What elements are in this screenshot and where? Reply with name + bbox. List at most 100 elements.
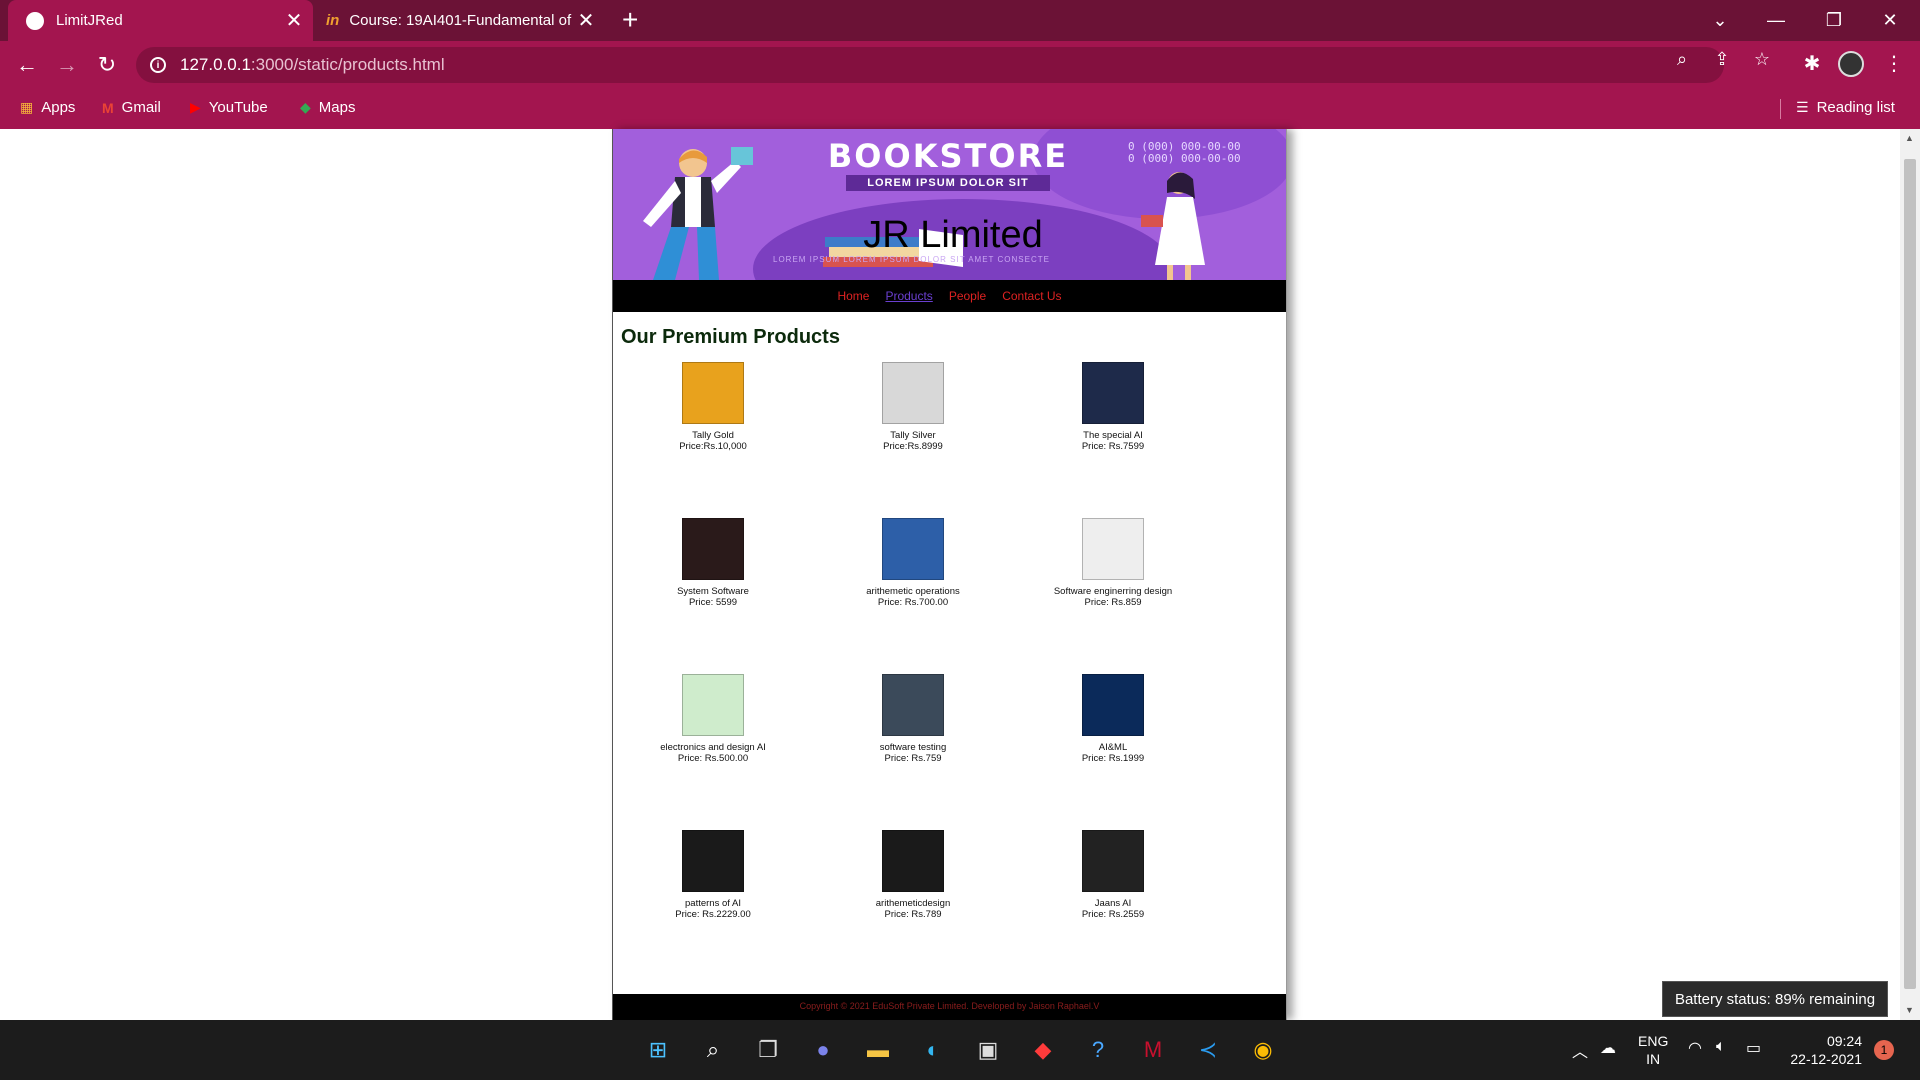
product-card[interactable]: AI&ML Price: Rs.1999 bbox=[1013, 674, 1213, 764]
product-name: AI&ML bbox=[1098, 742, 1128, 753]
reading-list-button[interactable]: ☰ Reading list bbox=[1796, 99, 1895, 116]
reload-icon[interactable]: ↻ bbox=[92, 50, 122, 80]
product-card[interactable]: Jaans AI Price: Rs.2559 bbox=[1013, 830, 1213, 920]
tray-overflow-icon[interactable]: ︿ bbox=[1572, 1038, 1588, 1062]
file-explorer-icon[interactable]: ▬ bbox=[862, 1034, 894, 1066]
book-cover[interactable] bbox=[1082, 674, 1144, 736]
site-footer: Copyright © 2021 EduSoft Private Limited… bbox=[613, 994, 1286, 1020]
bookstore-banner: BOOKSTORE LOREM IPSUM DOLOR SIT 0 (000) … bbox=[613, 129, 1286, 280]
tab-course[interactable]: in Course: 19AI401-Fundamental of ✕ bbox=[316, 0, 605, 41]
onedrive-icon[interactable]: ☁ bbox=[1600, 1038, 1616, 1058]
nav-home-link[interactable]: Home bbox=[837, 289, 869, 303]
product-card[interactable]: Tally Silver Price:Rs.8999 bbox=[813, 362, 1013, 452]
scroll-down-icon[interactable]: ▼ bbox=[1905, 1005, 1914, 1015]
bookmark-apps[interactable]: ▦ Apps bbox=[20, 99, 75, 116]
product-name: Tally Gold bbox=[692, 430, 734, 441]
product-card[interactable]: software testing Price: Rs.759 bbox=[813, 674, 1013, 764]
product-card[interactable]: arithemeticdesign Price: Rs.789 bbox=[813, 830, 1013, 920]
profile-avatar[interactable] bbox=[1838, 51, 1864, 77]
address-bar[interactable]: i 127.0.0.1 :3000/static/products.html bbox=[136, 47, 1724, 83]
new-tab-button[interactable]: + bbox=[622, 6, 638, 34]
banner-tagline: LOREM IPSUM DOLOR SIT bbox=[846, 175, 1050, 191]
task-view-icon[interactable]: ❐ bbox=[752, 1034, 784, 1066]
product-name: System Software bbox=[677, 586, 749, 597]
close-window-button[interactable]: ✕ bbox=[1862, 0, 1918, 41]
book-cover[interactable] bbox=[1082, 518, 1144, 580]
taskbar: ⊞ ⌕ ❐ ● ▬ ◐ ▣ ◆ ? M ≺ ◉ ︿ ☁ ENG IN ◠ 🔈︎ … bbox=[0, 1020, 1920, 1080]
volume-icon[interactable]: 🔈︎ bbox=[1716, 1038, 1726, 1056]
product-price: Price: Rs.789 bbox=[884, 909, 942, 920]
book-cover[interactable] bbox=[882, 830, 944, 892]
course-site-icon: in bbox=[326, 12, 340, 29]
reader-woman-illustration bbox=[1141, 172, 1205, 280]
vscode-icon[interactable]: ≺ bbox=[1192, 1034, 1224, 1066]
scrollbar-thumb[interactable] bbox=[1904, 159, 1916, 989]
product-card[interactable]: Tally Gold Price:Rs.10,000 bbox=[613, 362, 813, 452]
notification-badge[interactable]: 1 bbox=[1874, 1040, 1894, 1060]
restore-button[interactable]: ❐ bbox=[1806, 0, 1862, 41]
start-icon[interactable]: ⊞ bbox=[642, 1034, 674, 1066]
product-price: Price: Rs.759 bbox=[884, 753, 942, 764]
product-card[interactable]: arithemetic operations Price: Rs.700.00 bbox=[813, 518, 1013, 608]
product-name: electronics and design AI bbox=[660, 742, 766, 753]
product-card[interactable]: electronics and design AI Price: Rs.500.… bbox=[613, 674, 813, 764]
zoom-icon[interactable]: ⌕ bbox=[1670, 49, 1694, 70]
battery-icon[interactable]: ▭ bbox=[1746, 1038, 1761, 1058]
book-cover[interactable] bbox=[882, 518, 944, 580]
close-tab-icon[interactable]: ✕ bbox=[281, 8, 307, 33]
phone-line: 0 (000) 000-00-00 bbox=[1128, 152, 1241, 165]
mcafee-icon[interactable]: M bbox=[1137, 1034, 1169, 1066]
page-viewport: BOOKSTORE LOREM IPSUM DOLOR SIT 0 (000) … bbox=[0, 129, 1900, 1020]
product-card[interactable]: Software enginerring design Price: Rs.85… bbox=[1013, 518, 1213, 608]
minimize-button[interactable]: — bbox=[1748, 0, 1804, 41]
menu-icon[interactable]: ⋮ bbox=[1880, 51, 1908, 76]
url-host: 127.0.0.1 bbox=[180, 55, 251, 74]
site-info-icon[interactable]: i bbox=[150, 57, 166, 73]
edge-icon[interactable]: ◐ bbox=[917, 1034, 949, 1066]
extensions-icon[interactable]: ✱ bbox=[1798, 51, 1826, 76]
book-cover[interactable] bbox=[1082, 362, 1144, 424]
page-scrollbar[interactable]: ▲ ▼ bbox=[1900, 129, 1920, 1020]
product-price: Price: Rs.500.00 bbox=[677, 753, 749, 764]
nav-products-link[interactable]: Products bbox=[885, 289, 932, 303]
language-indicator[interactable]: ENG IN bbox=[1638, 1032, 1668, 1068]
site-navbar: Home Products People Contact Us bbox=[613, 280, 1286, 312]
nav-contact-link[interactable]: Contact Us bbox=[1002, 289, 1061, 303]
bookmark-youtube[interactable]: ▶ YouTube bbox=[190, 99, 268, 116]
site-brand-title: JR Limited bbox=[863, 214, 1043, 256]
book-cover[interactable] bbox=[882, 362, 944, 424]
tab-limitjred[interactable]: LimitJRed ✕ bbox=[8, 0, 313, 41]
teams-chat-icon[interactable]: ● bbox=[807, 1034, 839, 1066]
book-cover[interactable] bbox=[882, 674, 944, 736]
back-icon[interactable]: ← bbox=[12, 50, 42, 80]
bookmark-gmail[interactable]: M Gmail bbox=[102, 99, 161, 116]
book-cover[interactable] bbox=[682, 362, 744, 424]
scroll-up-icon[interactable]: ▲ bbox=[1905, 133, 1914, 143]
nav-people-link[interactable]: People bbox=[949, 289, 986, 303]
book-cover[interactable] bbox=[682, 518, 744, 580]
lang-line: IN bbox=[1646, 1051, 1661, 1067]
search-icon[interactable]: ⌕ bbox=[697, 1034, 729, 1066]
reader-man-illustration bbox=[643, 147, 753, 280]
clock[interactable]: 09:24 22-12-2021 bbox=[1788, 1032, 1862, 1068]
app-diamond-icon[interactable]: ◆ bbox=[1027, 1034, 1059, 1066]
tab-search-icon[interactable]: ⌄ bbox=[1692, 0, 1748, 41]
wifi-icon[interactable]: ◠ bbox=[1688, 1038, 1702, 1058]
chrome-icon[interactable]: ◉ bbox=[1247, 1034, 1279, 1066]
maps-icon: ◆ bbox=[300, 99, 311, 115]
product-name: Tally Silver bbox=[890, 430, 936, 441]
share-icon[interactable]: ⇪ bbox=[1710, 49, 1734, 70]
book-cover[interactable] bbox=[682, 674, 744, 736]
store-icon[interactable]: ▣ bbox=[972, 1034, 1004, 1066]
forward-icon[interactable]: → bbox=[52, 50, 82, 80]
help-icon[interactable]: ? bbox=[1082, 1034, 1114, 1066]
close-tab-icon[interactable]: ✕ bbox=[573, 8, 599, 33]
product-card[interactable]: System Software Price: 5599 bbox=[613, 518, 813, 608]
product-card[interactable]: patterns of AI Price: Rs.2229.00 bbox=[613, 830, 813, 920]
product-card[interactable]: The special AI Price: Rs.7599 bbox=[1013, 362, 1213, 452]
book-cover[interactable] bbox=[1082, 830, 1144, 892]
clock-date: 22-12-2021 bbox=[1790, 1051, 1862, 1067]
bookmark-star-icon[interactable]: ☆ bbox=[1750, 49, 1774, 70]
bookmark-maps[interactable]: ◆ Maps bbox=[300, 99, 355, 116]
book-cover[interactable] bbox=[682, 830, 744, 892]
